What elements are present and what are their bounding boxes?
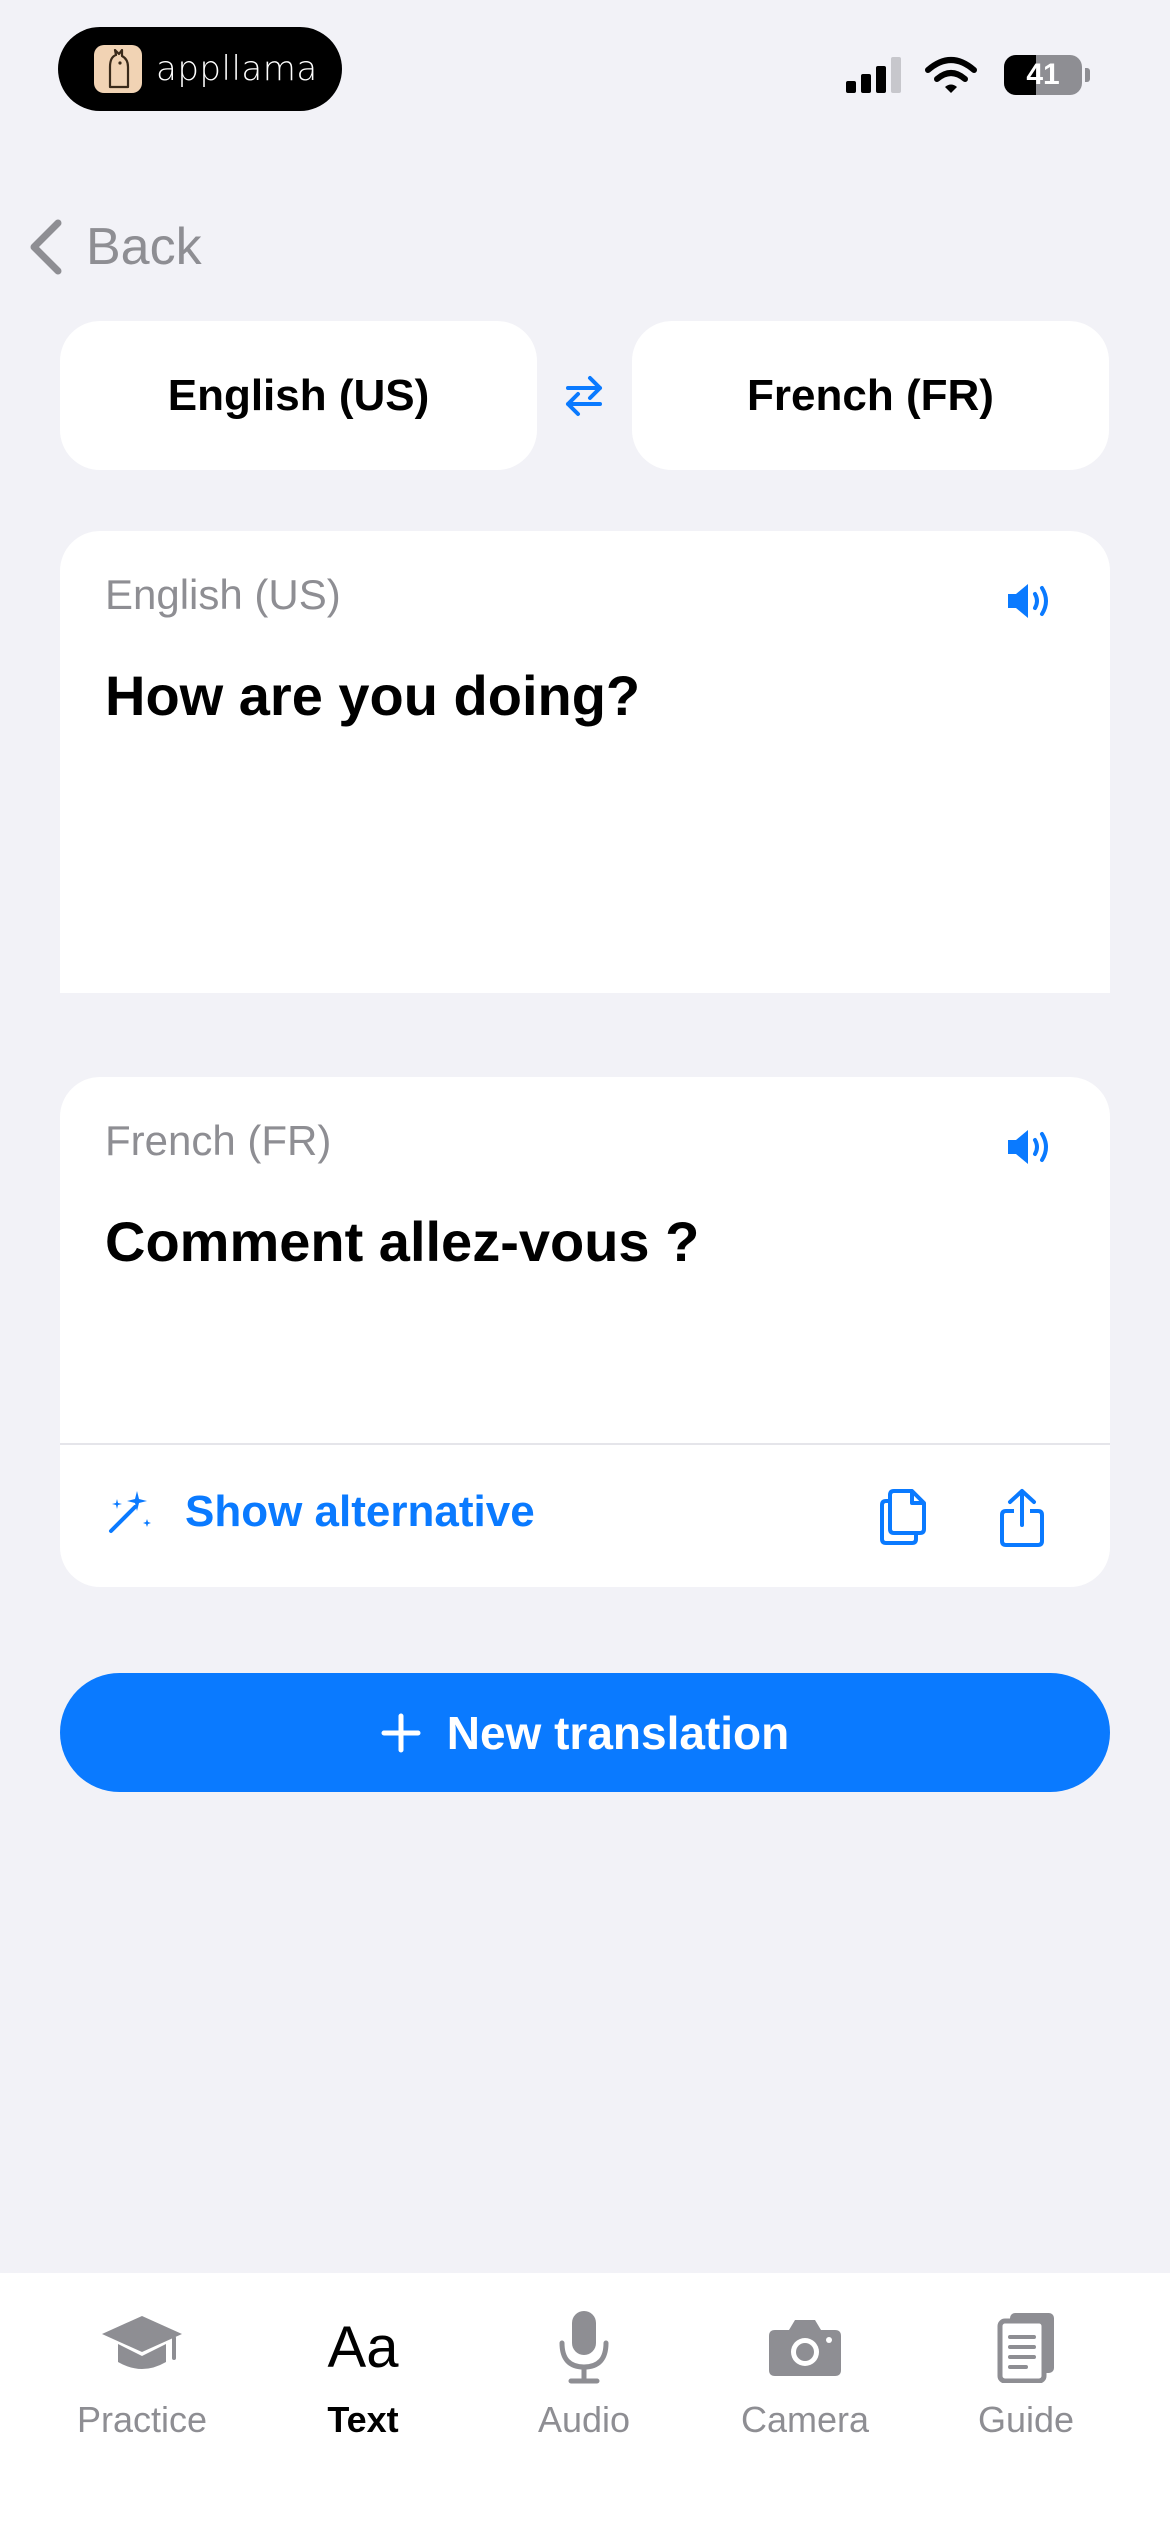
app-indicator-pill[interactable]: appllama — [58, 27, 342, 111]
source-text-card[interactable]: English (US) How are you doing? — [60, 531, 1110, 993]
show-alternative-label: Show alternative — [185, 1487, 535, 1536]
speaker-icon — [1008, 584, 1048, 618]
swap-arrows-icon — [566, 376, 602, 416]
share-icon — [1000, 1489, 1044, 1547]
status-icons: 41 — [846, 55, 1090, 95]
chevron-left-icon — [30, 219, 62, 275]
wifi-icon — [925, 57, 977, 93]
text-aa-icon: Aa — [327, 2314, 399, 2380]
plus-icon — [381, 1713, 421, 1752]
source-speaker-button[interactable] — [1006, 581, 1054, 621]
tab-text[interactable]: Aa Text — [263, 2307, 463, 2441]
tab-label: Text — [327, 2399, 399, 2440]
llama-logo-icon — [94, 45, 142, 93]
translation-card: French (FR) Comment allez-vous ? Show al… — [60, 1077, 1110, 1587]
cellular-signal-icon — [846, 57, 901, 93]
battery-icon: 41 — [1004, 55, 1082, 95]
tab-audio[interactable]: Audio — [484, 2307, 684, 2441]
app-name: appllama — [156, 49, 318, 89]
source-language-button[interactable]: English (US) — [60, 321, 537, 470]
book-icon — [996, 2307, 1056, 2387]
target-card-language: French (FR) — [105, 1117, 332, 1164]
tab-camera[interactable]: Camera — [705, 2307, 905, 2441]
new-translation-button[interactable]: New translation — [60, 1673, 1110, 1792]
target-language-button[interactable]: French (FR) — [632, 321, 1109, 470]
source-card-language: English (US) — [105, 571, 341, 618]
back-button[interactable]: Back — [28, 212, 202, 282]
magic-wand-icon — [109, 1491, 151, 1533]
new-translation-label: New translation — [446, 1706, 790, 1759]
speaker-icon — [1008, 1130, 1048, 1164]
card-divider — [60, 1443, 1110, 1445]
tab-label: Guide — [977, 2399, 1075, 2440]
copy-button[interactable] — [876, 1487, 930, 1547]
tab-practice[interactable]: Practice — [42, 2307, 242, 2441]
tab-guide[interactable]: Guide — [926, 2307, 1126, 2441]
target-speaker-button[interactable] — [1006, 1127, 1054, 1167]
swap-languages-button[interactable] — [560, 372, 608, 420]
graduation-cap-icon — [100, 2307, 184, 2387]
battery-level: 41 — [1026, 58, 1060, 91]
tab-label: Practice — [76, 2399, 208, 2440]
share-button[interactable] — [998, 1487, 1046, 1549]
tab-bar: Practice Aa Text Audio Camera Guide — [0, 2273, 1170, 2532]
tab-label: Camera — [740, 2399, 870, 2440]
translated-text: Comment allez-vous ? — [105, 1210, 700, 1273]
camera-icon — [767, 2307, 843, 2387]
tab-label: Audio — [537, 2399, 631, 2440]
back-label: Back — [86, 218, 202, 276]
microphone-icon — [557, 2307, 611, 2387]
source-text[interactable]: How are you doing? — [105, 663, 640, 728]
copy-icon — [880, 1489, 926, 1545]
screen: appllama 41 Back English (US) French (FR… — [0, 0, 1170, 2532]
show-alternative-button[interactable]: Show alternative — [105, 1487, 535, 1537]
